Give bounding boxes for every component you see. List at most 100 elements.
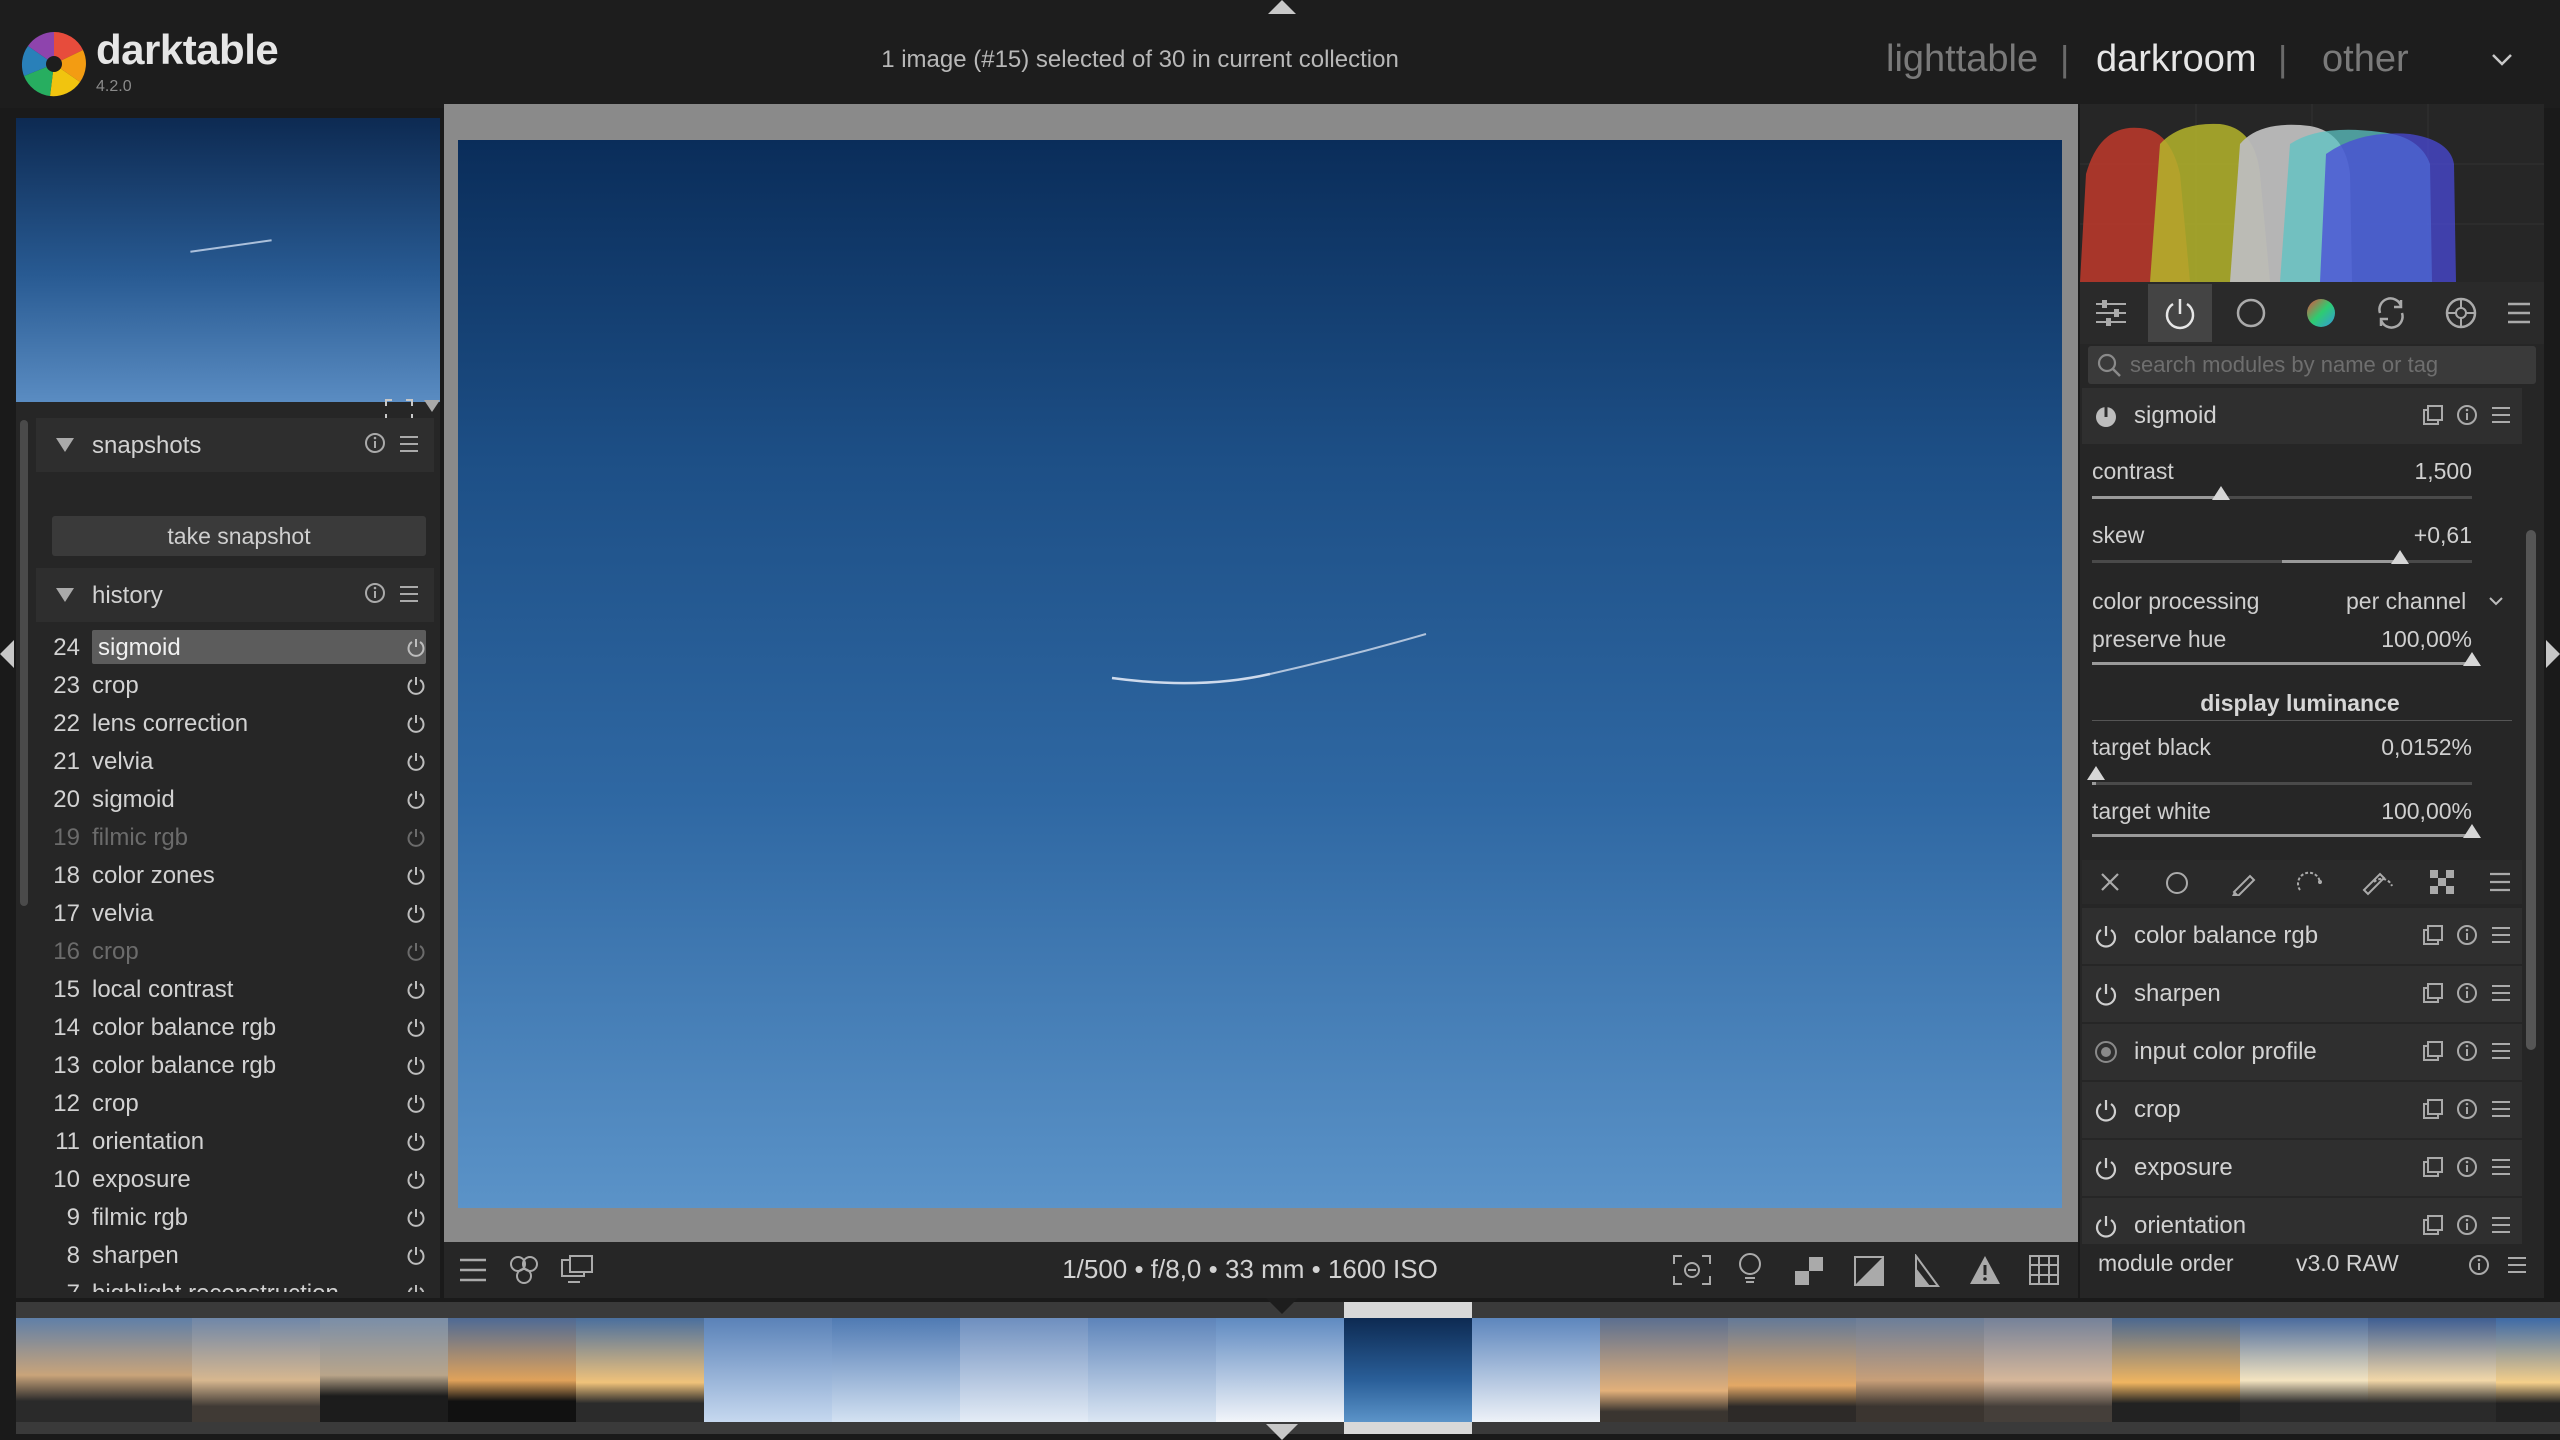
filmstrip-thumbnail[interactable]: [1728, 1318, 1856, 1422]
contrast-value[interactable]: 1,500: [2312, 458, 2472, 485]
filmstrip-thumbnail[interactable]: [1472, 1318, 1600, 1422]
filmstrip-thumbnail[interactable]: [1600, 1318, 1728, 1422]
target-black-slider[interactable]: [2092, 782, 2472, 785]
drawn-mask-icon[interactable]: [2230, 870, 2258, 896]
multi-instance-icon[interactable]: [2422, 924, 2444, 946]
reset-icon[interactable]: [2456, 1098, 2478, 1120]
reset-icon[interactable]: [2456, 1040, 2478, 1062]
skew-value[interactable]: +0,61: [2312, 522, 2472, 549]
info-icon[interactable]: [364, 432, 386, 454]
module-header[interactable]: input color profile: [2082, 1024, 2522, 1080]
filmstrip-thumbnail[interactable]: [960, 1318, 1088, 1422]
history-item[interactable]: 23 crop: [36, 666, 434, 704]
power-icon[interactable]: [2094, 1098, 2118, 1122]
power-icon[interactable]: [2094, 1040, 2118, 1064]
filmstrip-thumbnail[interactable]: [192, 1318, 320, 1422]
quick-access-panel-icon[interactable]: [2094, 296, 2128, 330]
histogram[interactable]: [2080, 104, 2544, 282]
filmstrip-thumbnail[interactable]: [576, 1318, 704, 1422]
presets-menu-icon[interactable]: [2490, 1156, 2512, 1178]
info-icon[interactable]: [2468, 1254, 2490, 1276]
presets-menu-icon[interactable]: [2506, 1254, 2528, 1276]
module-sigmoid-header[interactable]: sigmoid: [2082, 388, 2522, 444]
filmstrip-thumbnail[interactable]: [64, 1318, 192, 1422]
filmstrip-thumbnail[interactable]: [320, 1318, 448, 1422]
module-order-value[interactable]: v3.0 RAW: [2296, 1250, 2399, 1277]
reset-icon[interactable]: [2456, 982, 2478, 1004]
multi-instance-icon[interactable]: [2422, 1098, 2444, 1120]
styles-icon[interactable]: [508, 1254, 540, 1286]
reset-icon[interactable]: [2456, 404, 2478, 426]
filmstrip-thumbnail[interactable]: [2112, 1318, 2240, 1422]
collapse-triangle-icon[interactable]: [56, 588, 74, 602]
history-item[interactable]: 13 color balance rgb: [36, 1046, 434, 1084]
reset-icon[interactable]: [2456, 1214, 2478, 1236]
history-header[interactable]: history: [36, 568, 434, 622]
collapse-top-arrow-icon[interactable]: [1268, 0, 1296, 14]
filmstrip-thumbnail[interactable]: [2368, 1318, 2496, 1422]
softproof-icon[interactable]: [1912, 1254, 1942, 1288]
clipping-indicator-icon[interactable]: [1854, 1256, 1884, 1286]
filmstrip-thumbnail[interactable]: [1216, 1318, 1344, 1422]
view-other[interactable]: other: [2322, 38, 2409, 81]
history-item[interactable]: 20 sigmoid: [36, 780, 434, 818]
multi-instance-icon[interactable]: [2422, 982, 2444, 1004]
reset-icon[interactable]: [2456, 924, 2478, 946]
view-darkroom[interactable]: darkroom: [2096, 38, 2257, 81]
history-item[interactable]: 22 lens correction: [36, 704, 434, 742]
zoom-dropdown-icon[interactable]: [424, 400, 440, 412]
base-modules-icon[interactable]: [2234, 296, 2268, 330]
active-modules-tab[interactable]: [2148, 284, 2212, 342]
power-icon[interactable]: [2094, 924, 2118, 948]
history-item[interactable]: 19 filmic rgb: [36, 818, 434, 856]
collapse-bottom-arrow-icon[interactable]: [1266, 1424, 1298, 1440]
presets-menu-icon[interactable]: [2490, 404, 2512, 426]
second-window-icon[interactable]: [560, 1254, 594, 1286]
chevron-down-icon[interactable]: [2488, 596, 2504, 608]
history-item[interactable]: 24 sigmoid: [36, 628, 434, 666]
filmstrip-thumbnail[interactable]: [1984, 1318, 2112, 1422]
guides-icon[interactable]: [2028, 1254, 2060, 1286]
power-icon[interactable]: [2094, 1156, 2118, 1180]
target-white-value[interactable]: 100,00%: [2312, 798, 2472, 825]
history-item[interactable]: 8 sharpen: [36, 1236, 434, 1274]
history-item[interactable]: 15 local contrast: [36, 970, 434, 1008]
off-blend-icon[interactable]: [2098, 870, 2122, 894]
module-header[interactable]: sharpen: [2082, 966, 2522, 1022]
skew-slider-knob[interactable]: [2391, 550, 2409, 564]
history-item[interactable]: 12 crop: [36, 1084, 434, 1122]
history-item[interactable]: 14 color balance rgb: [36, 1008, 434, 1046]
left-panel-scrollbar[interactable]: [20, 420, 28, 906]
filmstrip-thumbnail[interactable]: [1344, 1318, 1472, 1422]
gamut-check-icon[interactable]: [1968, 1254, 2002, 1286]
snapshots-header[interactable]: snapshots: [36, 418, 434, 472]
filmstrip-thumbnail[interactable]: [704, 1318, 832, 1422]
target-black-slider-knob[interactable]: [2087, 766, 2105, 780]
filmstrip-thumbnail[interactable]: [2496, 1318, 2560, 1422]
presets-menu-icon[interactable]: [2490, 1040, 2512, 1062]
presets-menu-icon[interactable]: [398, 434, 420, 454]
multi-instance-icon[interactable]: [2422, 1214, 2444, 1236]
take-snapshot-button[interactable]: take snapshot: [52, 516, 426, 556]
info-icon[interactable]: [364, 582, 386, 604]
right-panel-scrollbar[interactable]: [2526, 530, 2536, 1050]
history-item[interactable]: 9 filmic rgb: [36, 1198, 434, 1236]
power-icon[interactable]: [2094, 404, 2118, 428]
drawn-parametric-mask-icon[interactable]: [2360, 868, 2394, 896]
presets-menu-icon[interactable]: [2490, 1098, 2512, 1120]
focus-peaking-icon[interactable]: [1672, 1254, 1712, 1286]
presets-menu-icon[interactable]: [2490, 924, 2512, 946]
history-item[interactable]: 7 highlight reconstruction: [36, 1274, 434, 1292]
module-header[interactable]: color balance rgb: [2082, 908, 2522, 964]
target-white-slider-knob[interactable]: [2463, 824, 2481, 838]
presets-menu-icon[interactable]: [2490, 982, 2512, 1004]
multi-instance-icon[interactable]: [2422, 404, 2444, 426]
history-item[interactable]: 17 velvia: [36, 894, 434, 932]
quick-access-menu-icon[interactable]: [458, 1256, 488, 1284]
power-icon[interactable]: [2094, 982, 2118, 1006]
raster-mask-icon[interactable]: [2428, 868, 2456, 896]
raw-overexposed-icon[interactable]: [1794, 1256, 1824, 1286]
history-item[interactable]: 18 color zones: [36, 856, 434, 894]
history-item[interactable]: 10 exposure: [36, 1160, 434, 1198]
uniform-blend-icon[interactable]: [2164, 870, 2190, 896]
